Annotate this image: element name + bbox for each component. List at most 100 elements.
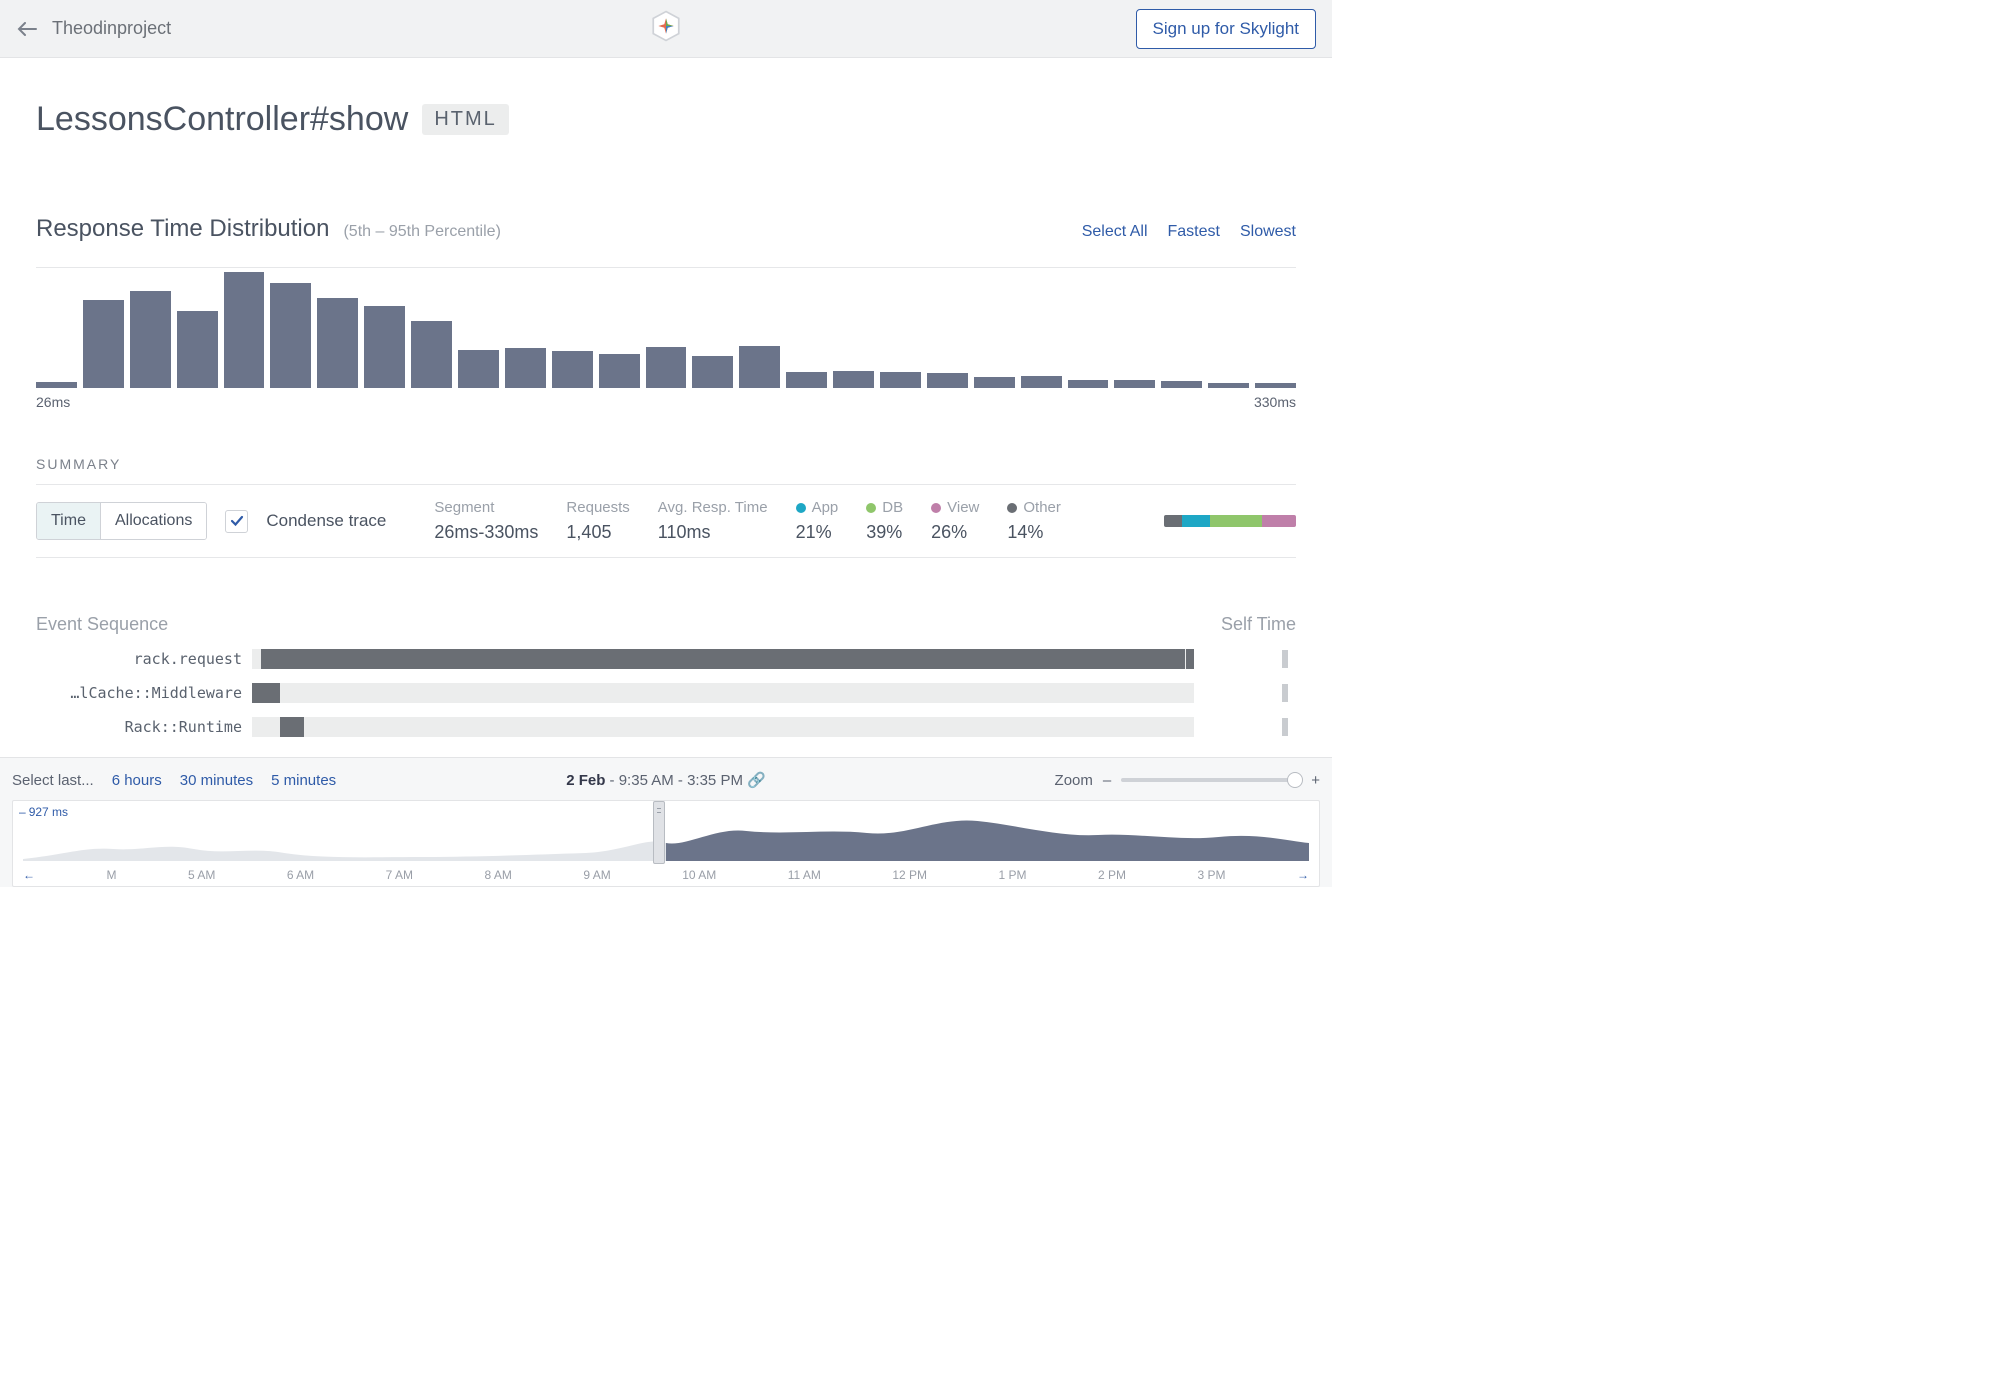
- col-segment-h: Segment: [434, 499, 538, 516]
- signup-button[interactable]: Sign up for Skylight: [1136, 9, 1316, 49]
- histogram-bar[interactable]: [599, 354, 640, 388]
- trace-row[interactable]: rack.request: [36, 649, 1296, 669]
- timeline-left-arrow-icon[interactable]: ←: [23, 868, 35, 882]
- histogram-bar[interactable]: [833, 371, 874, 388]
- timeline-tick: 8 AM: [485, 868, 512, 882]
- app-name[interactable]: Theodinproject: [52, 18, 171, 39]
- timeline-sparkline[interactable]: 927 ms ← M5 AM6 AM7 AM8 AM9 AM10 AM11 AM…: [12, 800, 1320, 887]
- histogram-bar[interactable]: [1021, 376, 1062, 388]
- self-time-indicator: [1274, 718, 1296, 736]
- histogram-bar[interactable]: [1255, 383, 1296, 388]
- histogram-bar[interactable]: [739, 346, 780, 388]
- zoom-in-button[interactable]: +: [1311, 772, 1320, 789]
- histogram-bar[interactable]: [224, 272, 265, 388]
- col-requests-v: 1,405: [566, 522, 629, 543]
- histogram-bar[interactable]: [1208, 383, 1249, 388]
- col-app-v: 21%: [796, 522, 839, 543]
- distribution-title: Response Time Distribution: [36, 215, 329, 243]
- histogram-bar[interactable]: [1068, 380, 1109, 388]
- link-icon: 🔗: [747, 772, 766, 789]
- timeline-tick: 3 PM: [1198, 868, 1226, 882]
- format-badge: HTML: [422, 104, 508, 135]
- col-requests-h: Requests: [566, 499, 629, 516]
- timeline-tick: 12 PM: [892, 868, 927, 882]
- trace-label: Rack::Runtime: [36, 718, 242, 736]
- condense-trace-checkbox[interactable]: [225, 510, 248, 533]
- histogram-bar[interactable]: [36, 382, 77, 388]
- distribution-heading: Response Time Distribution (5th – 95th P…: [36, 215, 1296, 243]
- page-title: LessonsController#show: [36, 100, 408, 139]
- histogram-bar[interactable]: [552, 351, 593, 388]
- histogram-bar[interactable]: [880, 372, 921, 388]
- histogram-bar[interactable]: [177, 311, 218, 388]
- preset-30m[interactable]: 30 minutes: [180, 772, 253, 789]
- summary-stats: Segment 26ms-330ms Requests 1,405 Avg. Res…: [434, 499, 1061, 543]
- back-arrow-icon[interactable]: [16, 18, 38, 40]
- self-time-indicator: [1274, 650, 1296, 668]
- histogram-bar[interactable]: [317, 298, 358, 388]
- histogram-bar[interactable]: [1114, 380, 1155, 388]
- top-bar: Theodinproject Sign up for Skylight: [0, 0, 1332, 58]
- timeline-right-arrow-icon[interactable]: →: [1297, 868, 1309, 882]
- histogram-bar[interactable]: [927, 373, 968, 388]
- time-allocations-toggle: Time Allocations: [36, 502, 207, 540]
- preset-6h[interactable]: 6 hours: [112, 772, 162, 789]
- histogram-bar[interactable]: [411, 321, 452, 388]
- trace-bar: [252, 649, 1194, 669]
- timeline-tick: 7 AM: [386, 868, 413, 882]
- histogram-bar[interactable]: [130, 291, 171, 388]
- histogram-bar[interactable]: [458, 350, 499, 388]
- col-segment-v: 26ms-330ms: [434, 522, 538, 543]
- timeline-tick: 5 AM: [188, 868, 215, 882]
- histogram-bar[interactable]: [270, 283, 311, 388]
- histogram-bar[interactable]: [505, 348, 546, 388]
- histogram-bar[interactable]: [1161, 381, 1202, 388]
- slowest-link[interactable]: Slowest: [1240, 223, 1296, 241]
- summary-row: Time Allocations Condense trace Segment2…: [36, 484, 1296, 558]
- histo-axis-min: 26ms: [36, 394, 70, 410]
- trace-row[interactable]: …lCache::Middleware: [36, 683, 1296, 703]
- histogram-bar[interactable]: [786, 372, 827, 388]
- col-other-v: 14%: [1007, 522, 1061, 543]
- distribution-subtitle: (5th – 95th Percentile): [343, 223, 500, 241]
- tab-allocations[interactable]: Allocations: [100, 503, 206, 539]
- summary-label: SUMMARY: [36, 456, 1296, 472]
- timeline-tick: 11 AM: [788, 868, 821, 882]
- timeline-tick: 10 AM: [682, 868, 716, 882]
- histogram-bar[interactable]: [692, 356, 733, 388]
- timeline-tick: 1 PM: [999, 868, 1027, 882]
- self-time-indicator: [1274, 684, 1296, 702]
- select-all-link[interactable]: Select All: [1082, 223, 1148, 241]
- trace-bar: [252, 717, 1194, 737]
- zoom-slider[interactable]: [1121, 778, 1301, 782]
- histogram-bar[interactable]: [974, 377, 1015, 388]
- histogram-bar[interactable]: [364, 306, 405, 388]
- col-db-h: DB: [882, 499, 903, 516]
- timeline-tick: 6 AM: [287, 868, 314, 882]
- select-last-label: Select last...: [12, 772, 94, 789]
- event-sequence-label: Event Sequence: [36, 614, 168, 635]
- histogram-bar[interactable]: [83, 300, 124, 388]
- fastest-link[interactable]: Fastest: [1168, 223, 1220, 241]
- summary-stacked-bar: [1164, 515, 1296, 527]
- skylight-logo-icon[interactable]: [649, 9, 683, 48]
- histogram[interactable]: 26ms 330ms: [36, 272, 1296, 410]
- tab-time[interactable]: Time: [37, 503, 100, 539]
- col-view-v: 26%: [931, 522, 979, 543]
- col-view-h: View: [947, 499, 979, 516]
- timeline-date: 2 Feb - 9:35 AM - 3:35 PM 🔗: [566, 771, 766, 789]
- preset-5m[interactable]: 5 minutes: [271, 772, 336, 789]
- col-avg-h: Avg. Resp. Time: [658, 499, 768, 516]
- event-sequence-header: Event Sequence Self Time: [36, 614, 1296, 635]
- col-app-h: App: [812, 499, 839, 516]
- histogram-bar[interactable]: [646, 347, 687, 388]
- zoom-out-button[interactable]: –: [1103, 772, 1111, 789]
- timeline-tick: M: [106, 868, 116, 882]
- title-row: LessonsController#show HTML: [36, 100, 1296, 139]
- trace-row[interactable]: Rack::Runtime: [36, 717, 1296, 737]
- timeline-scrubber-handle[interactable]: [653, 801, 665, 864]
- zoom-label: Zoom: [1055, 772, 1093, 789]
- self-time-label: Self Time: [1221, 614, 1296, 635]
- col-avg-v: 110ms: [658, 522, 768, 543]
- timeline-tick: 2 PM: [1098, 868, 1126, 882]
